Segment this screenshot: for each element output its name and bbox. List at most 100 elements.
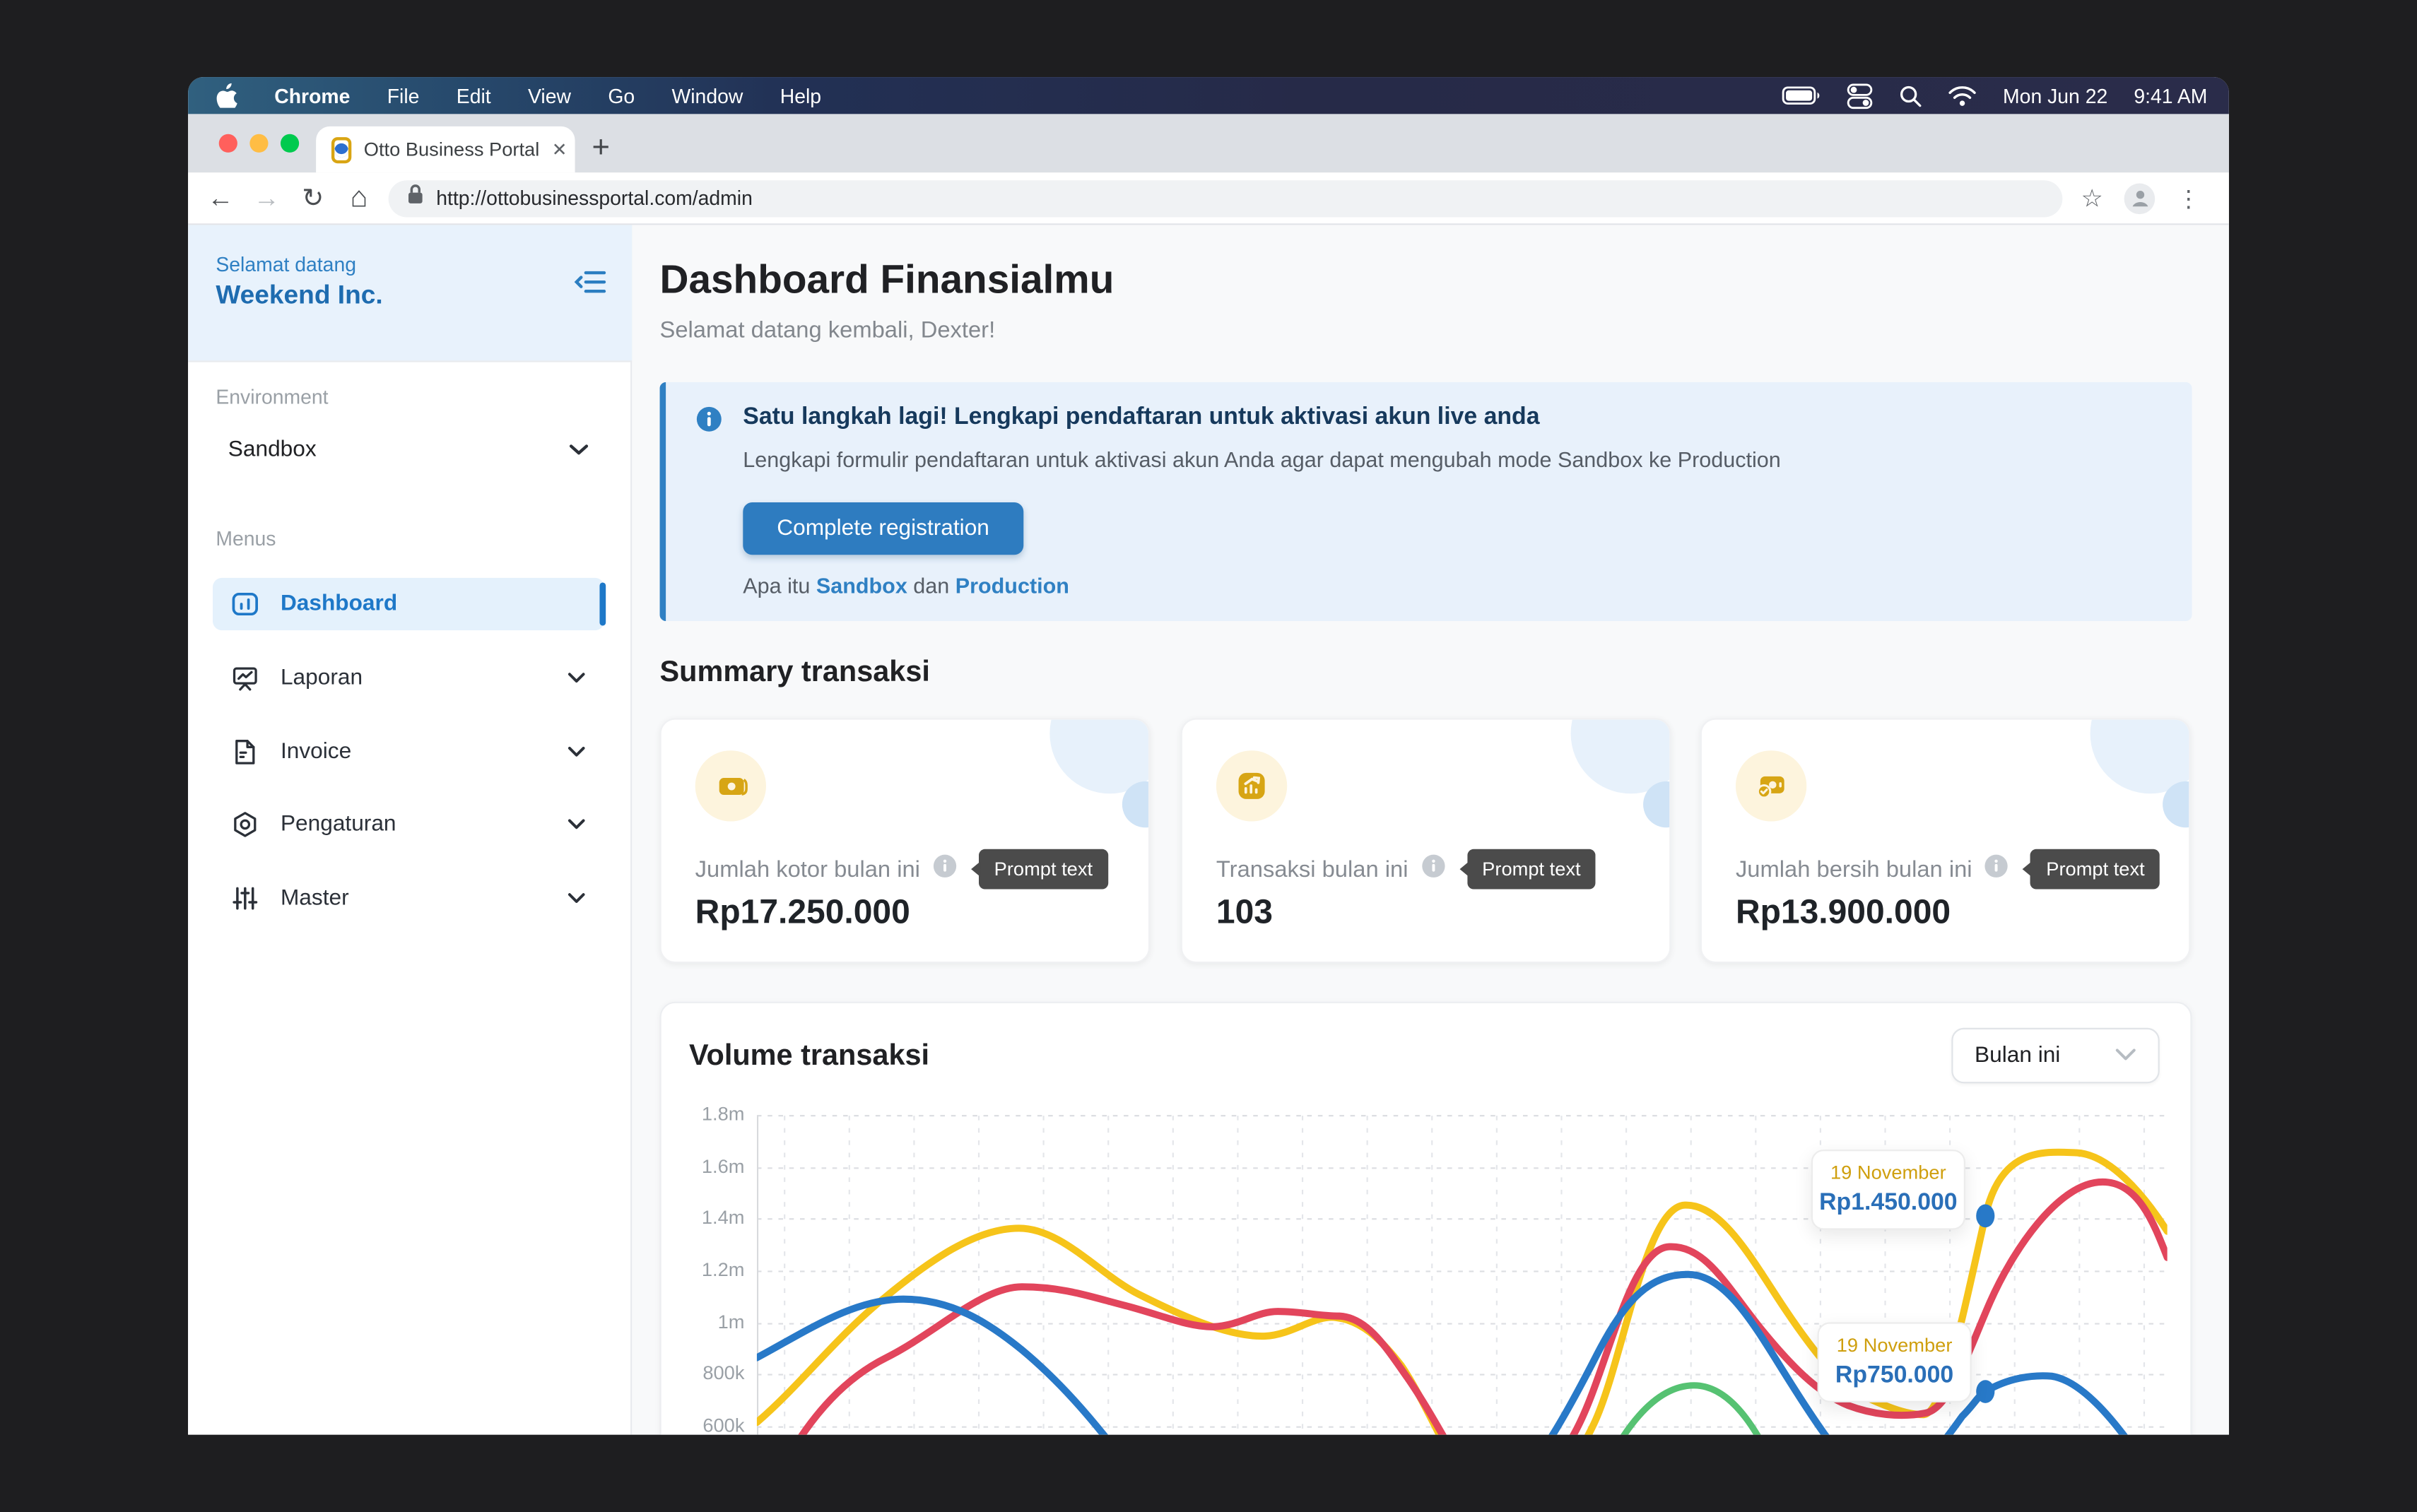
card-label: Transaksi bulan ini	[1216, 856, 1409, 882]
chart-tooltip: 19 November Rp1.450.000	[1811, 1150, 1965, 1229]
spotlight-search-icon[interactable]	[1900, 84, 1923, 107]
tooltip-date: 19 November	[1825, 1335, 1963, 1357]
bookmark-star-icon[interactable]: ☆	[2081, 182, 2103, 213]
tab-close-icon[interactable]: ✕	[552, 138, 568, 160]
forward-icon[interactable]: →	[244, 182, 290, 213]
period-dropdown[interactable]: Bulan ini	[1951, 1028, 2159, 1084]
sandbox-link[interactable]: Sandbox	[816, 573, 907, 598]
environment-label: Environment	[216, 385, 328, 408]
divider	[188, 360, 632, 362]
y-tick-label: 600k	[674, 1414, 744, 1434]
period-dropdown-value: Bulan ini	[1975, 1044, 2060, 1068]
sidebar-item-pengaturan[interactable]: Pengaturan	[213, 798, 604, 851]
menu-app-name[interactable]: Chrome	[274, 84, 350, 107]
mac-screen: Chrome File Edit View Go Window Help	[188, 77, 2229, 1435]
card-label: Jumlah bersih bulan ini	[1736, 856, 1972, 882]
menu-edit[interactable]: Edit	[457, 84, 491, 107]
page-title: Dashboard Finansialmu	[660, 256, 1115, 304]
sidebar-item-label: Master	[281, 886, 349, 911]
menu-go[interactable]: Go	[608, 84, 635, 107]
footnote-conjunction: dan	[907, 573, 955, 598]
complete-registration-button[interactable]: Complete registration	[743, 502, 1023, 555]
otto-favicon-icon	[331, 136, 351, 163]
summary-card-net: Jumlah bersih bulan ini Prompt text Rp13…	[1700, 718, 2191, 963]
profile-icon[interactable]	[2124, 182, 2156, 213]
sidebar-company-name: Weekend Inc.	[216, 280, 382, 312]
sidebar-item-label: Laporan	[281, 666, 363, 690]
traffic-light-minimize[interactable]	[249, 134, 268, 153]
banner-body: Lengkapi formulir pendaftaran untuk akti…	[743, 447, 1780, 472]
browser-tab[interactable]: Otto Business Portal ✕	[316, 126, 575, 172]
url-bar[interactable]: http://ottobusinessportal.com/admin	[389, 179, 2063, 216]
chevron-down-icon	[568, 738, 586, 766]
banner-footnote: Apa itu Sandbox dan Production	[743, 573, 1069, 598]
y-tick-label: 1.8m	[674, 1104, 744, 1126]
reload-icon[interactable]: ↻	[290, 182, 336, 213]
money-icon	[695, 750, 766, 821]
screenshot-stage: Chrome File Edit View Go Window Help	[0, 0, 2417, 1512]
info-icon[interactable]	[932, 853, 957, 885]
sidebar: Selamat datang Weekend Inc. Environment …	[188, 225, 632, 1434]
pengaturan-icon	[231, 810, 259, 838]
info-icon[interactable]	[1421, 853, 1445, 885]
sidebar-item-label: Invoice	[281, 740, 351, 764]
battery-icon[interactable]	[1782, 86, 1821, 105]
production-link[interactable]: Production	[955, 573, 1069, 598]
banner-title: Satu langkah lagi! Lengkapi pendaftaran …	[743, 403, 1539, 431]
chevron-down-icon	[569, 436, 589, 463]
collapse-sidebar-icon[interactable]	[573, 265, 607, 299]
page-content: Selamat datang Weekend Inc. Environment …	[188, 225, 2229, 1434]
footnote-prefix: Apa itu	[743, 573, 816, 598]
info-icon[interactable]	[1984, 853, 2009, 885]
overflow-menu-icon[interactable]: ⋮	[2177, 184, 2200, 212]
control-center-icon[interactable]	[1847, 83, 1874, 109]
active-indicator	[599, 582, 606, 625]
info-icon	[695, 406, 723, 441]
home-icon[interactable]: ⌂	[336, 181, 382, 215]
summary-card-transactions: Transaksi bulan ini Prompt text 103	[1181, 718, 1671, 963]
sidebar-item-label: Dashboard	[281, 592, 397, 617]
tooltip-date: 19 November	[1819, 1162, 1958, 1184]
decorative-circle	[2090, 718, 2191, 793]
card-label: Jumlah kotor bulan ini	[695, 856, 920, 882]
laporan-icon	[231, 664, 259, 692]
chevron-down-icon	[568, 885, 586, 912]
browser-toolbar: ← → ↻ ⌂ http://ottobusinessportal.com/ad…	[188, 172, 2229, 225]
volume-chart-card: Volume transaksi Bulan ini 1.8m 1.6m 1.4…	[660, 1002, 2192, 1435]
new-tab-button[interactable]: +	[592, 133, 610, 164]
prompt-tooltip: Prompt text	[979, 849, 1108, 890]
menubar-date[interactable]: Mon Jun 22	[2003, 84, 2107, 107]
menubar-clock[interactable]: 9:41 AM	[2134, 84, 2207, 107]
sidebar-item-invoice[interactable]: Invoice	[213, 726, 604, 778]
card-value: Rp13.900.000	[1736, 892, 1951, 933]
chevron-down-icon	[568, 664, 586, 692]
chevron-down-icon	[2115, 1041, 2136, 1069]
page-subtitle: Selamat datang kembali, Dexter!	[660, 317, 996, 343]
macos-menu-bar: Chrome File Edit View Go Window Help	[188, 77, 2229, 114]
summary-heading: Summary transaksi	[660, 656, 930, 690]
apple-menu-icon[interactable]	[216, 83, 237, 108]
url-text: http://ottobusinessportal.com/admin	[436, 187, 753, 210]
card-value: 103	[1216, 892, 1273, 933]
sidebar-item-dashboard[interactable]: Dashboard	[213, 578, 604, 630]
lock-icon	[407, 184, 424, 213]
sidebar-item-label: Pengaturan	[281, 812, 396, 837]
sidebar-item-master[interactable]: Master	[213, 873, 604, 925]
prompt-tooltip: Prompt text	[1466, 849, 1596, 890]
money-check-icon	[1736, 750, 1806, 821]
menu-view[interactable]: View	[528, 84, 571, 107]
prompt-tooltip: Prompt text	[2030, 849, 2160, 890]
chart-title: Volume transaksi	[689, 1040, 929, 1074]
menu-file[interactable]: File	[387, 84, 420, 107]
traffic-light-close[interactable]	[219, 134, 237, 153]
chart-up-icon	[1216, 750, 1287, 821]
environment-selector[interactable]: Sandbox	[216, 423, 604, 478]
sidebar-item-laporan[interactable]: Laporan	[213, 652, 604, 704]
wifi-icon[interactable]	[1949, 85, 1977, 105]
back-icon[interactable]: ←	[197, 182, 243, 213]
menu-window[interactable]: Window	[671, 84, 743, 107]
menu-help[interactable]: Help	[780, 84, 821, 107]
environment-value: Sandbox	[228, 437, 317, 462]
traffic-light-zoom[interactable]	[281, 134, 299, 153]
decorative-circle	[1049, 718, 1150, 793]
